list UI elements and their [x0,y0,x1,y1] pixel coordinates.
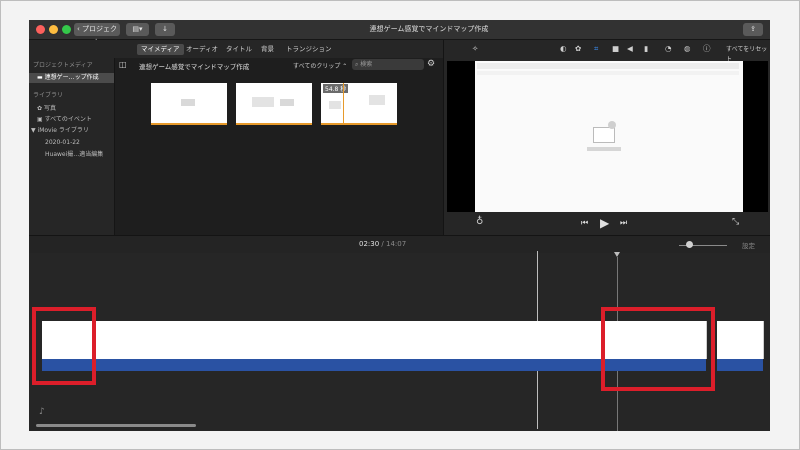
audio-waveform[interactable] [717,359,763,371]
clip-thumbnail[interactable] [236,83,312,125]
title-bar: ‹ プロジェクト ▤▾ ↓ 連想ゲーム感覚でマインドマップ作成 ⇪ [29,20,770,46]
download-icon: ↓ [162,25,168,33]
clip-filter-dropdown[interactable]: すべてのクリップ ⌃ [293,61,347,70]
viewer-panel: ✧ ◐ ✿ ⌗ ■ ◀ ▮ ◔ ◍ ⓘ すべてをリセット ♁ ⏮ ▶ ⏭ ⤡ [443,40,770,235]
photos-icon: ✿ [37,105,44,112]
fullscreen-icon[interactable]: ⤡ [732,217,739,227]
crop-icon[interactable]: ⌗ [594,44,598,54]
import-button[interactable]: ↓ [155,23,175,36]
clip-thumbnail[interactable] [151,83,227,125]
window-title: 連想ゲーム感覚でマインドマップ作成 [369,25,489,33]
time-separator: / [379,240,386,248]
sidebar-project-label: 連想ゲー…ップ作成 [44,74,99,81]
clip-thumbnail[interactable]: 54.8 秒 [321,83,397,125]
project-media-header: プロジェクトメディア [33,62,93,69]
media-browser-toggle-button[interactable]: ▤▾ [126,23,149,36]
minimize-window-button[interactable] [49,25,58,34]
events-icon: ▣ [37,116,45,123]
tab-titles[interactable]: タイトル [222,44,256,55]
preview-toolbar [477,63,739,69]
clip-preview-shape [181,99,195,106]
timeline-clip[interactable] [82,321,223,359]
film-icon: ▤▾ [132,25,143,33]
clip-preview-shape [252,97,274,107]
projects-back-button[interactable]: ‹ プロジェクト [74,23,120,46]
mindmap-caption [587,147,621,151]
sidebar-item-all-events[interactable]: ▣ すべてのイベント [37,115,92,125]
info-icon[interactable]: ⓘ [703,44,711,54]
browser-title: 連想ゲーム感覚でマインドマップ作成 [139,63,250,71]
tab-my-media[interactable]: マイメディア [137,44,184,55]
sidebar-photos-label: 写真 [43,105,56,112]
clip-preview-shape [329,101,341,109]
zoom-slider-thumb[interactable] [686,241,693,248]
sidebar-item-project[interactable]: ▬ 連想ゲー…ップ作成 [29,73,114,83]
skip-forward-icon[interactable]: ⏭ [620,218,627,228]
library-sidebar: プロジェクトメディア ▬ 連想ゲー…ップ作成 ライブラリ ✿ 写真 ▣ すべての… [29,58,115,235]
skip-back-icon[interactable]: ⏮ [581,218,588,228]
horizontal-scrollbar[interactable] [36,424,196,427]
tab-backgrounds[interactable]: 背景 [257,44,278,55]
media-tab-bar: マイメディア オーディオ タイトル 背景 トランジション [29,40,443,58]
sidebar-item-imovie-library[interactable]: ▼ iMovie ライブラリ [31,126,89,136]
timeline-clip[interactable] [717,321,764,359]
preview-toolbar [477,71,739,75]
sidebar-toggle-icon[interactable]: ◫ [119,60,127,69]
timecode: 02:30 / 14:07 [359,240,406,248]
microphone-icon[interactable]: ♁ [476,216,483,227]
film-icon: ▬ [37,74,45,81]
sidebar-item-event-huawei[interactable]: Huawei撮…適当編集 [45,150,103,160]
mindmap-node [593,127,615,143]
clip-duration-badge: 54.8 秒 [323,84,349,93]
timeline: ♪ [29,251,770,431]
library-header: ライブラリ [33,92,64,99]
volume-icon[interactable]: ◀ [627,44,633,54]
imovie-window: ‹ プロジェクト ▤▾ ↓ 連想ゲーム感覚でマインドマップ作成 ⇪ マイメディア… [29,20,770,431]
timeline-clip[interactable] [222,321,363,359]
playhead-skimmer [343,83,344,123]
color-correction-icon[interactable]: ✿ [575,44,581,54]
sidebar-all-events-label: すべてのイベント [44,116,92,123]
share-button[interactable]: ⇪ [743,23,763,36]
video-preview [447,61,768,212]
music-note-icon: ♪ [39,407,45,417]
highlight-box-left [32,307,96,385]
close-window-button[interactable] [36,25,45,34]
tab-audio[interactable]: オーディオ [182,44,222,55]
filter-icon[interactable]: ◍ [684,44,691,54]
search-field[interactable]: ⌕ 検索 [352,59,424,70]
sidebar-item-photos[interactable]: ✿ 写真 [37,104,56,114]
equalizer-icon[interactable]: ▮ [644,44,648,54]
tab-transitions[interactable]: トランジション [282,44,336,55]
browser-settings-icon[interactable]: ⚙ [427,59,435,69]
zoom-window-button[interactable] [62,25,71,34]
sidebar-item-event-date[interactable]: 2020-01-22 [45,138,80,148]
timeline-clip[interactable] [362,321,503,359]
media-browser: ◫ 連想ゲーム感覚でマインドマップ作成 すべてのクリップ ⌃ ⌕ 検索 ⚙ 54… [115,58,443,235]
add-node-icon [608,121,616,129]
speed-icon[interactable]: ◔ [665,44,672,54]
color-balance-icon[interactable]: ◐ [560,44,567,54]
current-time: 02:30 [359,240,380,248]
search-placeholder: 検索 [360,61,373,68]
clip-preview-shape [280,99,294,106]
clip-filter-label: すべてのクリップ [293,63,341,70]
preview-frame [475,61,743,212]
total-time: 14:07 [386,240,407,248]
timeline-settings-button[interactable]: 設定 [742,240,755,250]
share-icon: ⇪ [750,25,756,33]
highlight-box-right [601,307,715,391]
timeline-header: 02:30 / 14:07 設定 [29,235,770,254]
chevron-updown-icon: ⌃ [340,63,348,70]
magic-wand-icon[interactable]: ✧ [472,44,478,54]
play-icon[interactable]: ▶ [600,216,609,230]
stabilization-icon[interactable]: ■ [612,44,619,54]
clip-preview-shape [369,95,385,105]
sidebar-library-label: iMovie ライブラリ [37,127,89,134]
